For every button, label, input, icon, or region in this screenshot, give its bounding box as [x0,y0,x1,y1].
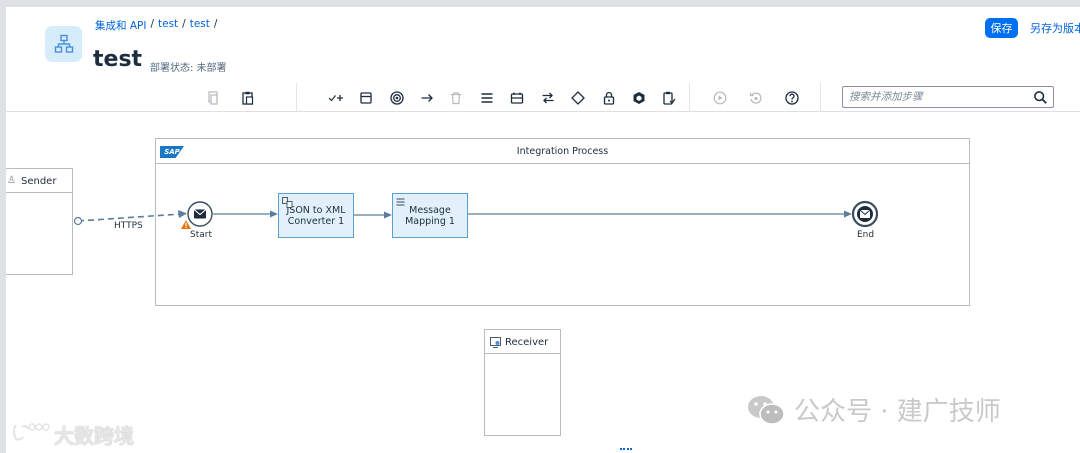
start-event[interactable] [187,201,213,227]
end-event-label: End [857,230,875,240]
watermark-text: 公众号 · 建广技师 [794,397,1001,427]
receiver-participant[interactable]: Receiver [484,329,561,436]
https-channel-line[interactable] [77,213,182,222]
step-label-line2: Converter 1 [287,215,345,227]
receiver-label: Receiver [505,337,549,348]
wechat-icon [746,393,786,427]
start-event-label: Start [190,230,212,240]
editor-frame: 集成和 API / test / test / test 部署状态: 未部署 保… [6,7,1080,453]
receiver-system-icon [490,337,501,348]
https-adapter-label[interactable]: HTTPS [114,221,143,231]
brand-logo-icon [10,421,54,443]
end-event[interactable] [851,200,879,228]
resize-handle[interactable] [620,448,632,451]
json-to-xml-converter-step[interactable]: JSON to XML Converter 1 [278,193,354,238]
receiver-header: Receiver [485,330,560,354]
watermark-brand-text: 大数跨境 [54,424,134,448]
step-label-line2: Mapping 1 [405,215,455,227]
message-mapping-step[interactable]: Message Mapping 1 [392,193,468,238]
channel-arrowhead [178,210,187,218]
flow-arrowhead [384,211,392,219]
step-label-line1: JSON to XML [286,204,346,216]
mapping-step-icon [396,198,405,206]
converter-icon [282,197,293,208]
flow-arrowhead [844,210,852,218]
step-label-line1: Message [409,204,451,216]
flow-arrowhead [270,210,278,218]
warning-icon[interactable] [181,220,191,229]
channel-start-marker [73,216,83,226]
